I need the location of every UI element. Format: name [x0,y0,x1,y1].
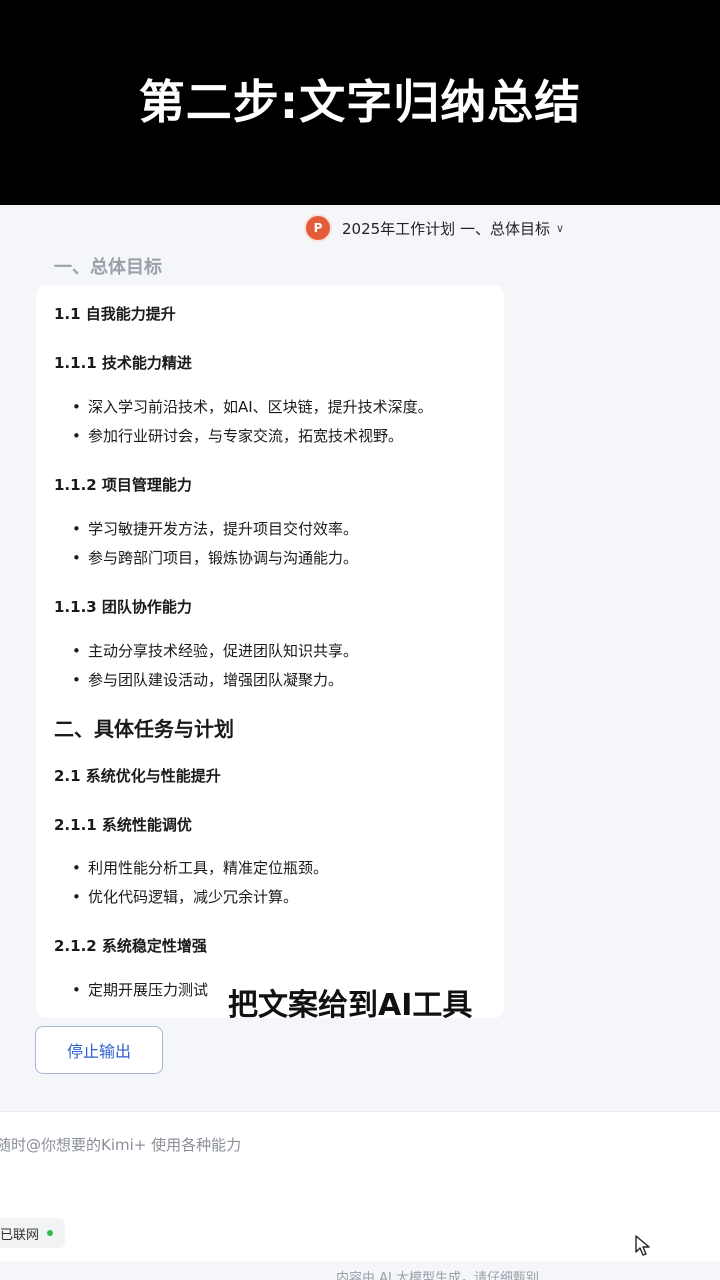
heading-1-1-2: 1.1.2 项目管理能力 [54,476,192,494]
network-toggle[interactable]: 已联网 [0,1218,66,1248]
faded-section-heading: 一、总体目标 [54,257,162,278]
list-item: 利用性能分析工具，精准定位瓶颈。 [72,854,328,883]
heading-2-1-1: 2.1.1 系统性能调优 [54,816,192,834]
heading-2-1-2: 2.1.2 系统稳定性增强 [54,937,207,955]
list-item: 参与跨部门项目，锻炼协调与沟通能力。 [72,544,358,573]
list-item: 学习敏捷开发方法，提升项目交付效率。 [72,515,358,544]
chat-app: P 2025年工作计划 一、总体目标 ∨ 一、总体目标 1.1 自我能力提升 1… [0,205,720,1280]
heading-2: 二、具体任务与计划 [54,717,234,741]
chat-input-placeholder[interactable]: 随时@你想要的Kimi+ 使用各种能力 [0,1134,241,1155]
list-item: 参加行业研讨会，与专家交流，拓宽技术视野。 [72,422,433,451]
heading-1-1: 1.1 自我能力提升 [54,305,176,323]
heading-2-1: 2.1 系统优化与性能提升 [54,767,221,785]
list-item: 优化代码逻辑，减少冗余计算。 [72,883,328,912]
chevron-down-icon: ∨ [555,221,565,235]
list-1-1-3: 主动分享技术经验，促进团队知识共享。 参与团队建设活动，增强团队凝聚力。 [72,637,358,695]
ppt-icon: P [306,216,330,240]
list-item: 定期开展压力测试 [72,976,208,1005]
list-item: 参与团队建设活动，增强团队凝聚力。 [72,666,358,695]
stop-output-button[interactable]: 停止输出 [35,1026,163,1074]
list-item: 主动分享技术经验，促进团队知识共享。 [72,637,358,666]
list-1-1-1: 深入学习前沿技术，如AI、区块链，提升技术深度。 参加行业研讨会，与专家交流，拓… [72,393,433,451]
network-status-label: 已联网 [0,1227,40,1243]
ai-disclaimer: 内容由 AI 大模型生成，请仔细甄别 [336,1271,539,1280]
chat-input-area[interactable]: 随时@你想要的Kimi+ 使用各种能力 已联网 [0,1111,720,1261]
list-2-1-2: 定期开展压力测试 [72,976,208,1005]
video-subtitle: 把文案给到AI工具 [228,988,473,1023]
list-2-1-1: 利用性能分析工具，精准定位瓶颈。 优化代码逻辑，减少冗余计算。 [72,854,328,912]
document-selector[interactable]: P 2025年工作计划 一、总体目标 ∨ [306,215,564,241]
online-dot-icon [47,1230,54,1236]
ai-response-card: 1.1 自我能力提升 1.1.1 技术能力精进 深入学习前沿技术，如AI、区块链… [36,285,504,1018]
list-1-1-2: 学习敏捷开发方法，提升项目交付效率。 参与跨部门项目，锻炼协调与沟通能力。 [72,515,358,573]
banner-title: 第二步:文字归纳总结 [138,75,582,129]
top-banner: 第二步:文字归纳总结 [0,0,720,205]
heading-1-1-3: 1.1.3 团队协作能力 [54,598,192,616]
document-title: 2025年工作计划 一、总体目标 [342,219,550,238]
list-item: 深入学习前沿技术，如AI、区块链，提升技术深度。 [72,393,433,422]
mouse-cursor-icon [635,1235,650,1256]
heading-1-1-1: 1.1.1 技术能力精进 [54,354,192,372]
